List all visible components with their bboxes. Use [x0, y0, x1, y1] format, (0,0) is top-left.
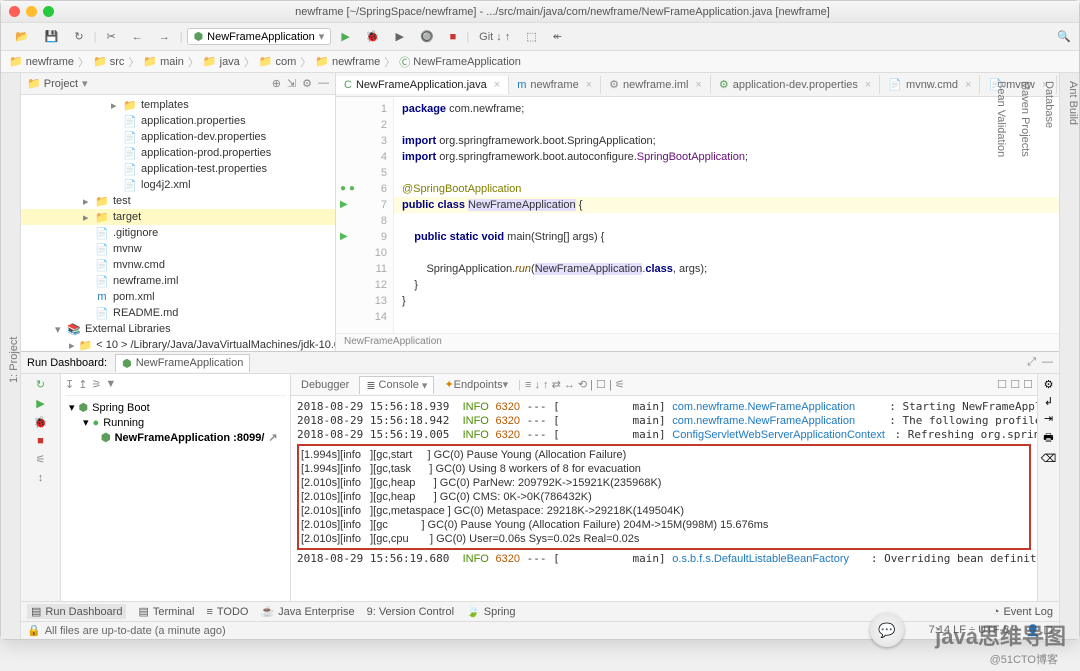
vcs-icon[interactable]: Git ↓ ↑: [473, 29, 516, 45]
tree-item[interactable]: 📄mvnw: [21, 241, 335, 257]
breadcrumb-item[interactable]: 📁java: [203, 55, 240, 68]
breadcrumb-item[interactable]: 📁src: [93, 55, 124, 68]
wechat-icon: 💬: [870, 613, 904, 647]
tree-item[interactable]: 📄mvnw.cmd: [21, 257, 335, 273]
stop-action-icon[interactable]: ■: [37, 435, 44, 447]
minimize-window-button[interactable]: [26, 6, 37, 17]
code-editor[interactable]: package com.newframe; import org.springf…: [394, 97, 1059, 333]
project-tool-tab[interactable]: 1: Project: [8, 81, 20, 639]
database-tab[interactable]: Database: [1043, 81, 1055, 639]
editor-crumb[interactable]: NewFrameApplication: [336, 333, 1059, 351]
tree-item[interactable]: 📄application-dev.properties: [21, 129, 335, 145]
search-icon[interactable]: 🔍: [1057, 30, 1071, 43]
tree-item[interactable]: 📄newframe.iml: [21, 273, 335, 289]
console-output[interactable]: 2018-08-29 15:56:18.939 INFO 6320 --- [ …: [291, 396, 1037, 601]
expand-icon[interactable]: ↕: [38, 472, 44, 484]
breadcrumb-item[interactable]: 📁newframe: [315, 55, 380, 68]
scroll-from-source-icon[interactable]: ⊕: [272, 77, 281, 90]
tree-toolbar-icon[interactable]: ↥: [78, 378, 87, 391]
run-button[interactable]: ▶: [335, 28, 355, 45]
tree-item[interactable]: mpom.xml: [21, 289, 335, 305]
zoom-window-button[interactable]: [43, 6, 54, 17]
nav-breadcrumb: 📁newframe〉 📁src〉 📁main〉 📁java〉 📁com〉 📁ne…: [1, 51, 1079, 73]
tree-item[interactable]: 📄application-test.properties: [21, 161, 335, 177]
todo-tool-tab[interactable]: ≡ TODO: [206, 606, 248, 618]
forward-icon[interactable]: →: [153, 29, 176, 45]
main-toolbar: 📂 💾 ↻ | ✂ ← → | ⬢ NewFrameApplication ▾ …: [1, 23, 1079, 51]
left-tool-strip: 1: Project 7: Structure 2: Favorites Web: [1, 73, 21, 639]
tree-item[interactable]: 📄log4j2.xml: [21, 177, 335, 193]
tree-item[interactable]: 📄application.properties: [21, 113, 335, 129]
profile-icon[interactable]: 🔘: [414, 28, 440, 45]
debug-button[interactable]: 🐞: [360, 28, 386, 45]
project-panel: 📁 Project ▾ ⊕ ⇲ ⚙ — ▸📁templates📄applicat…: [21, 73, 336, 351]
spring-tool-tab[interactable]: 🍃 Spring: [466, 605, 516, 618]
tree-toolbar-icon[interactable]: ↧: [65, 378, 74, 391]
status-message: All files are up-to-date (a minute ago): [45, 625, 226, 637]
breadcrumb-item[interactable]: 📁main: [143, 55, 184, 68]
editor-area: CNewFrameApplication.java×mnewframe×⚙new…: [336, 73, 1059, 351]
run-config-dropdown[interactable]: ⬢ NewFrameApplication ▾: [187, 28, 332, 45]
panel-settings-icon[interactable]: ⚙: [302, 77, 312, 90]
terminal-tool-tab[interactable]: ▤ Terminal: [138, 605, 194, 618]
stop-button[interactable]: ■: [444, 29, 463, 45]
filter-icon[interactable]: ⚟: [36, 453, 46, 466]
java-ee-tool-tab[interactable]: ☕ Java Enterprise: [260, 605, 354, 618]
right-tool-strip: Ant Build Database Maven Projects Bean V…: [1059, 73, 1079, 639]
code-gutter: 12345● ●6▶78▶91011121314: [336, 97, 394, 333]
save-icon[interactable]: 💾: [39, 28, 65, 45]
editor-tabs: CNewFrameApplication.java×mnewframe×⚙new…: [336, 73, 1059, 97]
tree-item[interactable]: ▸📁< 10 > /Library/Java/JavaVirtualMachin…: [21, 337, 335, 351]
vcs-tool-tab[interactable]: 9: Version Control: [367, 606, 454, 618]
project-tree[interactable]: ▸📁templates📄application.properties📄appli…: [21, 95, 335, 351]
tree-item[interactable]: ▸📁target: [21, 209, 335, 225]
back-icon[interactable]: ←: [126, 29, 149, 45]
window-title: newframe [~/SpringSpace/newframe] - .../…: [54, 6, 1071, 18]
refresh-icon[interactable]: ↻: [68, 28, 89, 45]
run-dashboard: Run Dashboard: ⬢NewFrameApplication ⤢ — …: [21, 351, 1059, 601]
titlebar: newframe [~/SpringSpace/newframe] - .../…: [1, 1, 1079, 23]
tree-toolbar-icon[interactable]: ⚞: [91, 378, 101, 391]
breadcrumb-item[interactable]: ⒸNewFrameApplication: [399, 54, 521, 70]
tree-item[interactable]: ▸📁test: [21, 193, 335, 209]
rerun-button[interactable]: ↻: [36, 378, 45, 391]
debug-action-icon[interactable]: 🐞: [34, 416, 48, 429]
undo-icon[interactable]: ✂: [100, 28, 121, 45]
hide-panel-icon[interactable]: —: [318, 77, 329, 90]
ant-build-tab[interactable]: Ant Build: [1067, 81, 1079, 639]
open-icon[interactable]: 📂: [9, 28, 35, 45]
editor-tab[interactable]: ⚙application-dev.properties×: [711, 75, 880, 94]
run-button[interactable]: ▶: [36, 397, 44, 410]
console-tab[interactable]: ≣Console▾: [359, 376, 434, 394]
tree-item[interactable]: ▸📁templates: [21, 97, 335, 113]
run-dashboard-label: Run Dashboard:: [27, 357, 107, 369]
tree-toolbar-icon[interactable]: ▼: [105, 378, 116, 391]
editor-tab[interactable]: ⚙newframe.iml×: [601, 75, 711, 94]
close-window-button[interactable]: [9, 6, 20, 17]
lock-icon[interactable]: 🔒: [27, 624, 41, 637]
editor-tab[interactable]: CNewFrameApplication.java×: [336, 76, 509, 94]
run-dashboard-tree[interactable]: ↧ ↥ ⚞ ▼ ▾⬢Spring Boot ▾●Running ⬢NewFram…: [61, 374, 291, 601]
project-panel-title: 📁 Project: [27, 77, 78, 90]
tree-item[interactable]: 📄README.md: [21, 305, 335, 321]
debugger-tab[interactable]: Debugger: [295, 377, 355, 393]
tree-item[interactable]: 📄.gitignore: [21, 225, 335, 241]
structure-icon[interactable]: ⬚: [520, 28, 542, 45]
back-nav-icon[interactable]: ↞: [547, 28, 568, 45]
bottom-tool-bar: ▤ Run Dashboard ▤ Terminal ≡ TODO ☕ Java…: [21, 601, 1059, 621]
breadcrumb-item[interactable]: 📁newframe: [9, 55, 74, 68]
tree-item[interactable]: ▾📚External Libraries: [21, 321, 335, 337]
run-dashboard-tab[interactable]: ⬢NewFrameApplication: [115, 354, 250, 372]
tree-item[interactable]: 📄application-prod.properties: [21, 145, 335, 161]
coverage-icon[interactable]: ▶: [389, 28, 409, 45]
run-dashboard-tool-tab[interactable]: ▤ Run Dashboard: [27, 604, 126, 619]
editor-tab[interactable]: 📄mvnw.cmd×: [880, 75, 980, 94]
watermark-attribution: @51CTO博客: [990, 651, 1058, 667]
breadcrumb-item[interactable]: 📁com: [259, 55, 296, 68]
collapse-all-icon[interactable]: ⇲: [287, 77, 296, 90]
editor-tab[interactable]: mnewframe×: [509, 76, 601, 94]
endpoints-tab[interactable]: ✦Endpoints▾: [438, 376, 514, 393]
